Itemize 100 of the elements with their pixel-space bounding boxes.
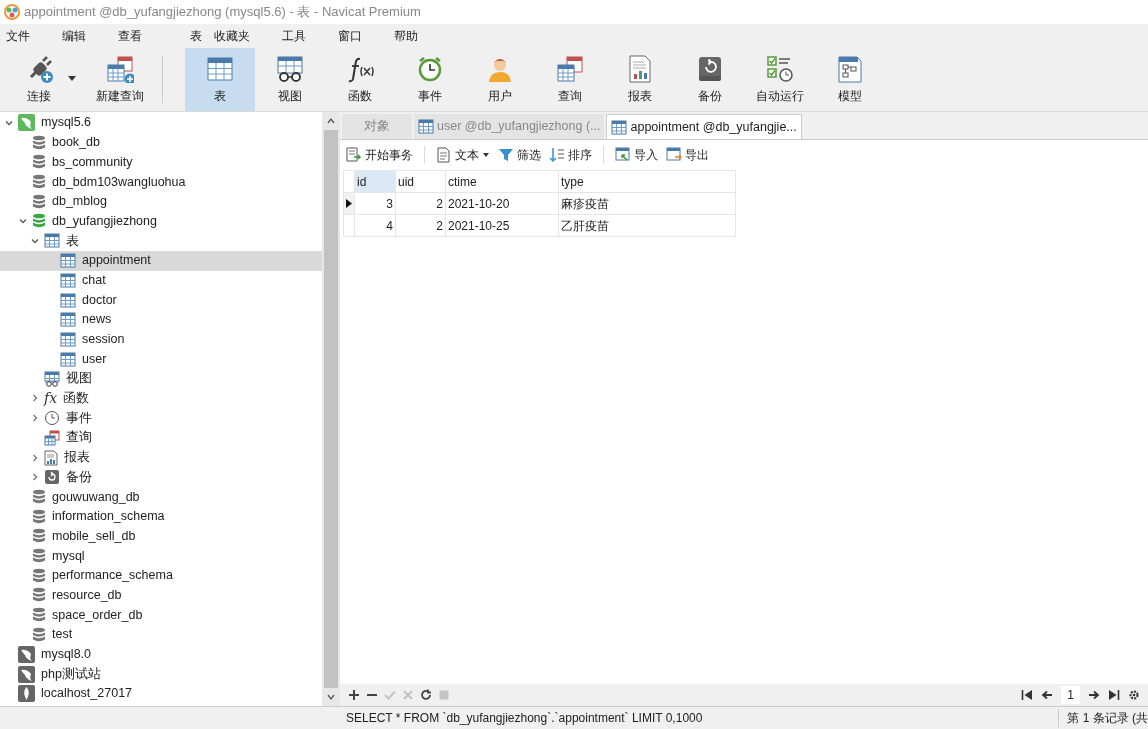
tree-item[interactable]: bs_community xyxy=(0,152,322,173)
tables-folder-icon xyxy=(44,233,60,249)
backup-icon xyxy=(44,469,60,486)
scroll-up-icon[interactable] xyxy=(326,116,336,126)
tree-item[interactable]: 视图 xyxy=(0,368,322,389)
scrollbar[interactable] xyxy=(322,112,340,706)
backup-icon xyxy=(696,54,724,83)
sort-icon xyxy=(549,147,565,163)
add-icon[interactable] xyxy=(348,689,360,701)
settings-icon[interactable] xyxy=(1128,689,1140,701)
tree-item[interactable]: resource_db xyxy=(0,585,322,606)
tree-item[interactable]: fx 函数 xyxy=(0,388,322,409)
view-icon xyxy=(276,54,304,83)
table-cell: 2021-10-25 xyxy=(445,214,559,237)
last-page-icon[interactable] xyxy=(1108,689,1120,701)
app-logo-icon xyxy=(4,4,20,20)
menu-item[interactable]: 表 xyxy=(184,27,208,45)
tree-item[interactable]: mysql xyxy=(0,546,322,566)
scroll-down-icon[interactable] xyxy=(326,692,336,702)
column-header[interactable]: uid xyxy=(395,170,446,193)
table-cell: 2 xyxy=(395,214,446,237)
scroll-thumb[interactable] xyxy=(324,130,338,688)
table-icon xyxy=(418,119,434,134)
column-header[interactable]: type xyxy=(558,170,736,193)
row-indicator[interactable] xyxy=(343,192,355,215)
query-icon xyxy=(44,429,60,446)
toolbar-button[interactable]: 函数 xyxy=(325,48,395,111)
toolbar-button[interactable]: 自动运行 xyxy=(745,48,815,111)
toolbar-button[interactable]: 开始事务 xyxy=(344,144,415,166)
window-title: appointment @db_yufangjiezhong (mysql5.6) - 表 - Navicat Premium xyxy=(24,3,421,22)
toolbar-button[interactable]: 查询 xyxy=(535,48,605,111)
tree-item[interactable]: mysql8.0 xyxy=(0,644,322,665)
tree-item[interactable]: information_schema xyxy=(0,506,322,527)
tab[interactable]: appointment @db_yufangjie... xyxy=(606,114,802,139)
first-page-icon[interactable] xyxy=(1021,689,1034,701)
toolbar-button[interactable]: 排序 xyxy=(547,144,594,166)
tree-item[interactable]: 查询 xyxy=(0,428,322,448)
table-cell: 2021-10-20 xyxy=(445,192,559,215)
table-cell: 麻疹疫苗 xyxy=(558,192,736,215)
column-header[interactable]: id xyxy=(354,170,396,193)
table-cell: 3 xyxy=(354,192,396,215)
tree-item[interactable]: localhost_27017 xyxy=(0,683,322,704)
table-cell: 乙肝疫苗 xyxy=(558,214,736,237)
tree-item[interactable]: news xyxy=(0,309,322,330)
toolbar-button[interactable]: 事件 xyxy=(395,48,465,111)
report-icon xyxy=(626,54,654,83)
toolbar-button[interactable]: 表 xyxy=(185,48,255,111)
export-icon xyxy=(666,147,682,163)
next-page-icon[interactable] xyxy=(1088,689,1100,701)
toolbar-button[interactable]: 模型 xyxy=(815,48,885,111)
previous-page-icon[interactable] xyxy=(1041,689,1054,701)
menu-item[interactable]: 查看 xyxy=(112,27,148,45)
toolbar-button[interactable]: 新建查询 xyxy=(78,48,162,111)
menu-item[interactable]: 收藏夹 xyxy=(208,27,256,45)
column-header[interactable]: ctime xyxy=(445,170,559,193)
table-cell: 4 xyxy=(354,214,396,237)
menu-item[interactable]: 编辑 xyxy=(56,27,92,45)
table-icon xyxy=(611,119,628,135)
toolbar-button[interactable]: 报表 xyxy=(605,48,675,111)
tree-item[interactable]: db_mblog xyxy=(0,191,322,212)
toolbar-button[interactable]: 导出 xyxy=(664,144,711,166)
toolbar-button[interactable]: 备份 xyxy=(675,48,745,111)
tree-item[interactable]: appointment xyxy=(0,250,322,271)
tree-item[interactable]: performance_schema xyxy=(0,565,322,586)
tree-item[interactable]: 表 xyxy=(0,231,322,251)
menu-item[interactable]: 工具 xyxy=(276,27,312,45)
tree-item[interactable]: session xyxy=(0,329,322,350)
toolbar-button[interactable]: 筛选 xyxy=(496,144,543,166)
tree-item[interactable]: chat xyxy=(0,270,322,291)
refresh-icon[interactable] xyxy=(420,689,432,701)
tree-item[interactable]: php测试站 xyxy=(0,664,322,684)
tree-item[interactable]: test xyxy=(0,624,322,645)
tree-item[interactable]: doctor xyxy=(0,290,322,310)
tree-item[interactable]: book_db xyxy=(0,132,322,153)
tree-item[interactable]: mysql5.6 xyxy=(0,113,322,133)
tree-item[interactable]: 事件 xyxy=(0,408,322,428)
menu-item[interactable]: 文件 xyxy=(0,27,36,45)
tree-item[interactable]: db_bdm103wangluohua xyxy=(0,172,322,192)
tree-item[interactable]: user xyxy=(0,349,322,369)
function-icon: fx xyxy=(44,391,58,406)
toolbar-button[interactable]: 导入 xyxy=(613,144,660,166)
table-icon xyxy=(206,54,234,83)
document-icon xyxy=(436,147,452,163)
tree-item[interactable]: 报表 xyxy=(0,447,322,468)
tree-item[interactable]: space_order_db xyxy=(0,605,322,625)
report-icon xyxy=(44,449,58,466)
page-number-field[interactable]: 1 xyxy=(1061,686,1080,704)
toolbar-button[interactable]: 连接 xyxy=(0,48,78,111)
view-icon xyxy=(44,370,60,387)
record-count: 第 1 条记录 (共 xyxy=(1058,709,1148,727)
sql-statement: SELECT * FROM `db_yufangjiezhong`.`appointment` LIMIT 0,1000 xyxy=(345,710,704,727)
menu-item[interactable]: 帮助 xyxy=(388,27,424,45)
tree-item[interactable]: 备份 xyxy=(0,467,322,488)
toolbar-button[interactable]: 用户 xyxy=(465,48,535,111)
toolbar-button[interactable]: 文本 xyxy=(434,144,492,166)
tree-item[interactable]: db_yufangjiezhong xyxy=(0,211,322,232)
tree-item[interactable]: mobile_sell_db xyxy=(0,526,322,547)
toolbar-button[interactable]: 视图 xyxy=(255,48,325,111)
menu-item[interactable]: 窗口 xyxy=(332,27,368,45)
tree-item[interactable]: gouwuwang_db xyxy=(0,487,322,507)
